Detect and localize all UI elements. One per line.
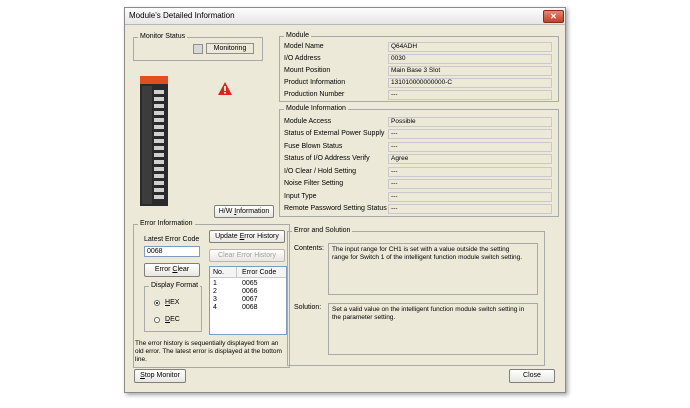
latest-error-code-field: 0068 <box>144 246 200 257</box>
column-divider <box>236 267 237 277</box>
contents-text: The input range for CH1 is set with a va… <box>328 243 538 295</box>
mount-position-value: Main Base 3 Slot <box>388 66 552 76</box>
display-format-group: Display Format HEX DEC <box>144 282 202 332</box>
product-information-value: 131010000000000-C <box>388 78 552 88</box>
row-no[interactable]: 3 <box>213 296 217 303</box>
error-information-title: Error Information <box>138 220 195 227</box>
io-verify-value: Agree <box>388 154 552 164</box>
error-clear-button[interactable]: Error Clear <box>144 263 200 277</box>
update-error-history-button[interactable]: Update Error History <box>209 230 285 243</box>
dec-radio[interactable] <box>154 317 160 323</box>
error-and-solution-group: Error and Solution Contents: The input r… <box>287 227 545 366</box>
solution-label: Solution: <box>294 304 322 311</box>
error-information-group: Error Information Latest Error Code 0068… <box>133 220 290 368</box>
close-icon[interactable]: ✕ <box>543 10 564 23</box>
warning-icon <box>218 82 232 95</box>
module-group: Module Model Name Q64ADH I/O Address 003… <box>279 32 559 102</box>
mount-position-label: Mount Position <box>284 67 331 74</box>
stop-monitor-button[interactable]: Stop Monitor <box>134 369 186 383</box>
monitor-status-group: Monitor Status Monitoring <box>133 33 263 61</box>
noise-filter-value: --- <box>388 179 552 189</box>
fuse-blown-value: --- <box>388 142 552 152</box>
external-power-value: --- <box>388 129 552 139</box>
hw-information-button[interactable]: H/W Information <box>214 205 274 218</box>
module-access-value: Possible <box>388 117 552 127</box>
col-no-header[interactable]: No. <box>213 269 224 276</box>
solution-text: Set a valid value on the intelligent fun… <box>328 303 538 355</box>
latest-error-code-label: Latest Error Code <box>144 236 200 243</box>
io-verify-label: Status of I/O Address Verify <box>284 155 370 162</box>
row-no[interactable]: 2 <box>213 288 217 295</box>
fuse-blown-label: Fuse Blown Status <box>284 143 343 150</box>
row-error-code[interactable]: 0067 <box>242 296 258 303</box>
module-group-title: Module <box>284 32 311 39</box>
remote-password-label: Remote Password Setting Status <box>284 205 387 212</box>
hex-label[interactable]: HEX <box>165 299 179 306</box>
error-history-note: The error history is sequentially displa… <box>135 340 282 363</box>
production-number-value: --- <box>388 90 552 100</box>
model-name-label: Model Name <box>284 43 324 50</box>
module-image-icon <box>140 76 168 206</box>
io-clear-hold-label: I/O Clear / Hold Setting <box>284 168 356 175</box>
error-history-list[interactable]: No. Error Code 1 0065 2 0066 3 0067 4 00… <box>209 266 287 335</box>
product-information-label: Product Information <box>284 79 346 86</box>
error-and-solution-title: Error and Solution <box>292 227 353 234</box>
noise-filter-label: Noise Filter Setting <box>284 180 344 187</box>
remote-password-value: --- <box>388 204 552 214</box>
row-error-code[interactable]: 0065 <box>242 280 258 287</box>
io-clear-hold-value: --- <box>388 167 552 177</box>
row-no[interactable]: 1 <box>213 280 217 287</box>
detailed-info-dialog: Module's Detailed Information ✕ Monitor … <box>124 7 566 393</box>
production-number-label: Production Number <box>284 91 345 98</box>
io-address-label: I/O Address <box>284 55 321 62</box>
display-format-title: Display Format <box>149 282 201 289</box>
hex-radio[interactable] <box>154 300 160 306</box>
monitor-status-title: Monitor Status <box>138 33 188 40</box>
io-address-value: 0030 <box>388 54 552 64</box>
row-error-code[interactable]: 0068 <box>242 304 258 311</box>
clear-error-history-button[interactable]: Clear Error History <box>209 249 285 262</box>
module-access-label: Module Access <box>284 118 332 125</box>
col-error-code-header[interactable]: Error Code <box>242 269 276 276</box>
input-type-label: Input Type <box>284 193 317 200</box>
window-title: Module's Detailed Information <box>129 11 235 20</box>
dec-label[interactable]: DEC <box>165 316 180 323</box>
module-information-group: Module Information Module Access Possibl… <box>279 105 559 217</box>
input-type-value: --- <box>388 192 552 202</box>
contents-label: Contents: <box>294 245 324 252</box>
title-bar: Module's Detailed Information ✕ <box>125 8 565 25</box>
monitor-status-value: Monitoring <box>206 43 254 54</box>
monitor-lamp-icon <box>193 44 203 54</box>
row-error-code[interactable]: 0066 <box>242 288 258 295</box>
close-button[interactable]: Close <box>509 369 555 383</box>
model-name-value: Q64ADH <box>388 42 552 52</box>
module-information-title: Module Information <box>284 105 348 112</box>
external-power-label: Status of External Power Supply <box>284 130 385 137</box>
row-no[interactable]: 4 <box>213 304 217 311</box>
